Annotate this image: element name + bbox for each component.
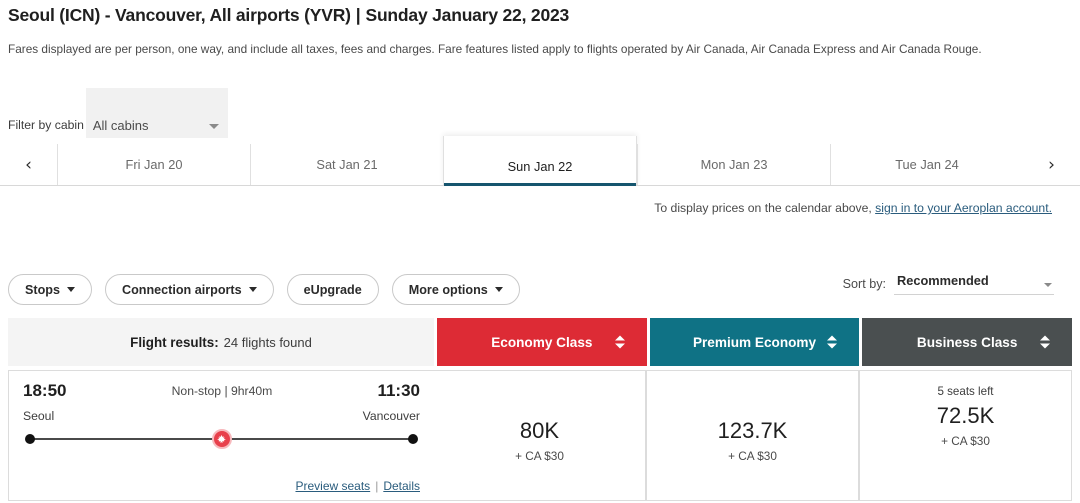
flight-itinerary-info: 18:50 Non-stop | 9hr40m 11:30 Seoul Vanc… — [8, 370, 434, 501]
maple-leaf-icon — [211, 429, 232, 449]
sort-label: Sort by: — [842, 277, 886, 291]
business-seats-left: 5 seats left — [937, 385, 994, 398]
connection-airports-filter-label: Connection airports — [121, 282, 242, 297]
business-class-label: Business Class — [916, 334, 1018, 350]
economy-fare-cell[interactable]: 80K + CA $30 — [434, 370, 646, 501]
premium-economy-fare-tax: + CA $30 — [728, 449, 777, 463]
date-tab-sun-jan-22[interactable]: Sun Jan 22 — [443, 136, 637, 186]
business-fare-tax: + CA $30 — [941, 434, 990, 448]
departure-time: 18:50 — [23, 381, 67, 400]
flight-duration: Non-stop | 9hr40m — [171, 384, 273, 398]
economy-class-column-header[interactable]: Economy Class — [437, 318, 647, 366]
more-options-filter-label: More options — [408, 282, 488, 297]
chevron-right-icon[interactable]: › — [1023, 144, 1080, 185]
cabin-filter-label: Filter by cabin — [8, 118, 84, 132]
date-tab-sat-jan-21[interactable]: Sat Jan 21 — [250, 144, 443, 185]
signin-note-text: To display prices on the calendar above, — [654, 201, 876, 215]
economy-fare-tax: + CA $30 — [515, 449, 564, 463]
fare-disclaimer: Fares displayed are per person, one way,… — [8, 42, 982, 56]
origin-dot — [25, 434, 35, 444]
arrival-time: 11:30 — [377, 381, 420, 400]
signin-note: To display prices on the calendar above,… — [654, 201, 1052, 215]
date-tab-fri-jan-20[interactable]: Fri Jan 20 — [57, 144, 250, 185]
sort-control: Sort by: Recommended — [843, 272, 1054, 295]
stops-filter-label: Stops — [25, 282, 60, 297]
title-separator: | — [355, 5, 361, 25]
premium-economy-fare-price: 123.7K — [717, 418, 788, 443]
flight-results-number: 24 flights found — [223, 334, 312, 350]
links-separator: | — [375, 479, 379, 493]
cabin-filter: Filter by cabin All cabins — [0, 88, 228, 138]
chevron-left-icon[interactable]: ‹ — [0, 144, 57, 185]
economy-fare-price: 80K — [519, 418, 560, 443]
preview-seats-link[interactable]: Preview seats — [295, 479, 370, 493]
results-header: Flight results: 24 flights found Economy… — [8, 318, 1073, 366]
flight-cities: Seoul Vancouver — [9, 401, 434, 423]
flight-results-count: Flight results: 24 flights found — [8, 318, 434, 366]
business-class-column-header[interactable]: Business Class — [862, 318, 1073, 366]
premium-economy-fare-cell[interactable]: 123.7K + CA $30 — [646, 370, 859, 501]
chevron-down-icon — [248, 287, 257, 292]
page-title: Seoul (ICN) - Vancouver, All airports (Y… — [8, 5, 569, 26]
route-text: Seoul (ICN) - Vancouver, All airports (Y… — [8, 5, 351, 25]
premium-economy-label: Premium Economy — [692, 334, 817, 350]
flight-path-graphic — [25, 429, 418, 449]
chevron-down-icon — [1044, 283, 1052, 287]
sort-arrows-icon — [1040, 335, 1051, 349]
date-tab-bar: ‹ Fri Jan 20 Sat Jan 21 Sun Jan 22 Mon J… — [0, 136, 1080, 186]
connection-airports-filter-button[interactable]: Connection airports — [104, 274, 274, 305]
sort-arrows-icon — [827, 335, 838, 349]
sort-select[interactable]: Recommended — [894, 272, 1054, 295]
more-options-filter-button[interactable]: More options — [391, 274, 520, 305]
chevron-down-icon — [494, 287, 503, 292]
origin-city: Seoul — [23, 409, 55, 423]
chevron-down-icon — [66, 287, 75, 292]
cabin-select-value: All cabins — [92, 118, 149, 133]
cabin-select[interactable]: All cabins — [85, 88, 228, 138]
date-tab-mon-jan-23[interactable]: Mon Jan 23 — [637, 144, 830, 185]
flight-result-row: 18:50 Non-stop | 9hr40m 11:30 Seoul Vanc… — [8, 370, 1072, 501]
economy-class-label: Economy Class — [491, 334, 593, 350]
flight-results-label: Flight results: — [130, 334, 219, 350]
sort-selected-value: Recommended — [897, 273, 989, 288]
destination-city: Vancouver — [362, 409, 420, 423]
chevron-down-icon — [208, 124, 219, 129]
flight-results-page: Seoul (ICN) - Vancouver, All airports (Y… — [0, 0, 1080, 503]
date-tab-tue-jan-24[interactable]: Tue Jan 24 — [830, 144, 1023, 185]
eupgrade-filter-button[interactable]: eUpgrade — [286, 274, 379, 305]
flight-action-links: Preview seats | Details — [295, 479, 420, 493]
stops-filter-button[interactable]: Stops — [8, 274, 92, 305]
premium-economy-column-header[interactable]: Premium Economy — [649, 318, 860, 366]
sort-arrows-icon — [614, 335, 625, 349]
business-fare-price: 72.5K — [936, 403, 995, 428]
date-text: Sunday January 22, 2023 — [365, 5, 570, 25]
aeroplan-signin-link[interactable]: sign in to your Aeroplan account. — [875, 201, 1052, 215]
eupgrade-filter-label: eUpgrade — [303, 282, 362, 297]
business-fare-cell[interactable]: 5 seats left 72.5K + CA $30 — [859, 370, 1072, 501]
filter-bar: Stops Connection airports eUpgrade More … — [8, 274, 520, 305]
flight-times: 18:50 Non-stop | 9hr40m 11:30 — [9, 371, 434, 401]
details-link[interactable]: Details — [383, 479, 420, 493]
destination-dot — [408, 434, 418, 444]
